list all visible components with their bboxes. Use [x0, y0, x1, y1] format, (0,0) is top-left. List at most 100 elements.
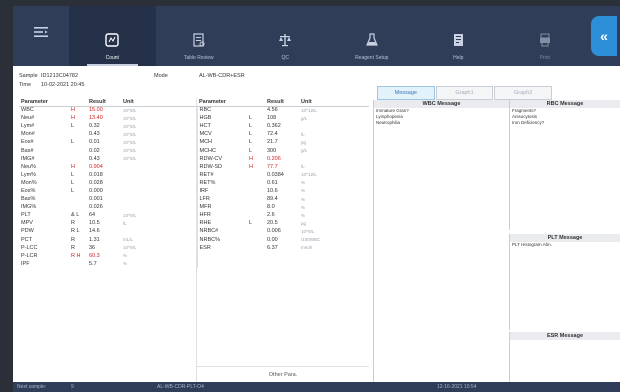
param-name: Mon% [21, 179, 37, 186]
param-result: 6.37 [267, 244, 278, 251]
param-result: 10.6 [267, 187, 278, 194]
param-flag: L [249, 115, 253, 122]
param-unit [299, 155, 369, 163]
param-unit: % [121, 259, 198, 268]
param-name: MPV [21, 220, 33, 227]
param-result: 0.362 [267, 123, 281, 130]
toolbar-qc[interactable]: QC [242, 6, 329, 66]
param-unit: 10^9/L [301, 228, 315, 234]
toolbar-print[interactable]: Print [502, 6, 589, 66]
param-unit: % [301, 196, 306, 202]
param-result: 0.026 [89, 204, 103, 211]
param-flag: R L [71, 228, 80, 235]
tab-graph2[interactable]: Graph2 [494, 86, 553, 100]
toolbar-count[interactable]: Count [69, 6, 156, 66]
collapse-panel-button[interactable]: « [588, 6, 620, 66]
param-name [197, 260, 247, 268]
header-result: Result [87, 98, 121, 107]
param-name: PCT [21, 236, 32, 243]
toolbar-reagent-setup[interactable]: Reagent Setup [329, 6, 416, 66]
param-result: 4.56 [267, 107, 278, 114]
result-row: Neu# H 13.40 10^9/L HGB L 108 g/L [19, 114, 369, 123]
param-unit: mL/L [121, 235, 198, 244]
header-result: Result [265, 98, 299, 107]
other-params-button[interactable]: Other Para. [197, 366, 369, 382]
param-result: 0.43 [89, 155, 100, 162]
param-result: 0.0384 [267, 171, 284, 178]
param-result: 300 [267, 147, 277, 154]
table-review-icon [192, 33, 206, 47]
param-result: 0.000 [89, 187, 103, 194]
param-flag [69, 146, 87, 154]
param-unit: fL [301, 164, 305, 170]
param-name: Bas# [21, 147, 34, 154]
param-result: 108 [267, 115, 277, 122]
param-name: IMG% [21, 204, 37, 211]
param-result: 72.4 [267, 131, 278, 138]
param-name: NRBC# [199, 228, 219, 235]
tab-graph1[interactable]: Graph1 [435, 86, 494, 100]
param-unit [121, 162, 198, 171]
param-result [265, 260, 299, 268]
param-name: IPF [21, 260, 30, 267]
reagent-icon [365, 33, 379, 47]
param-flag: H [71, 163, 75, 170]
param-result: 36 [89, 244, 96, 251]
header-flag [247, 98, 265, 107]
plt-message-title: PLT Message [510, 234, 620, 242]
param-name: Mon# [21, 131, 35, 138]
results-table: Parameter Result Unit Parameter Result U… [19, 98, 369, 268]
next-sample-value: 9 [71, 384, 74, 390]
param-name: HCT [199, 123, 211, 130]
param-flag: L [249, 139, 253, 146]
toolbar-reagent-setup-label: Reagent Setup [355, 55, 389, 61]
print-icon [538, 33, 552, 47]
status-bar: Next sample: 9 AL-WB-CDR-PLT-O4 12-16-20… [13, 382, 620, 392]
header-parameter: Parameter [197, 98, 247, 107]
param-flag [247, 195, 265, 203]
result-row: IMG# 0.43 10^9/L RDW-CV H 0.206 [19, 154, 369, 163]
result-row: Eos% L 0.000 IRF 10.6% [19, 186, 369, 196]
toolbar-table-review-label: Table Review [183, 55, 214, 61]
column-divider [196, 98, 197, 382]
param-name: MFR [199, 204, 212, 211]
param-name: NRBC% [199, 236, 220, 243]
toolbar-help[interactable]: Help [415, 6, 502, 66]
param-name: Neu% [21, 163, 36, 170]
param-unit [121, 170, 198, 179]
param-name: PLT [21, 212, 31, 219]
toolbar-table-review[interactable]: Table Review [156, 6, 243, 66]
header-parameter: Parameter [19, 98, 69, 107]
param-name: MCV [199, 131, 212, 138]
param-flag [247, 244, 265, 252]
result-row: PDW R L 14.6 NRBC# 0.006 10^9/L [19, 227, 369, 236]
param-flag [247, 179, 265, 187]
status-datetime: 12-16-2021 10:54 [437, 384, 477, 390]
mode-value: AL-WB-CDR+ESR [199, 73, 245, 79]
param-unit: fL [121, 219, 198, 228]
param-flag [69, 195, 87, 203]
param-unit [121, 203, 198, 212]
param-unit: pg [301, 220, 307, 226]
param-unit: /100WBC [301, 237, 321, 243]
param-name: HGB [199, 115, 212, 122]
param-unit: pg [301, 139, 307, 145]
param-unit: % [301, 188, 306, 194]
param-result: 2.6 [267, 212, 275, 219]
sample-id: ID1213C04782 [41, 73, 79, 79]
param-name: Neu# [21, 115, 35, 122]
sample-label: Sample [19, 73, 38, 79]
param-unit: 10^12/L [301, 172, 317, 178]
esr-message-title: ESR Message [510, 332, 620, 340]
result-row: PLT & L 64 10^9/L HFR 2.6% [19, 211, 369, 220]
param-result: 0.206 [267, 155, 281, 162]
param-result: 60.3 [89, 252, 100, 259]
param-flag [247, 203, 265, 211]
wbc-message-line: Neutrophilia [376, 120, 401, 125]
tab-message[interactable]: Message [377, 86, 435, 100]
menu-button[interactable] [13, 6, 69, 66]
param-flag: L [71, 171, 75, 178]
param-name: Bas% [21, 196, 36, 203]
rbc-message-line: Iron Deficiency? [512, 120, 545, 125]
param-result: 14.6 [89, 228, 100, 235]
